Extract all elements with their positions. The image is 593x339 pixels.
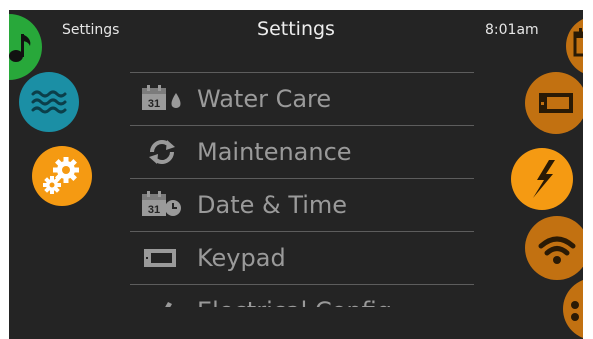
keypad-button[interactable] bbox=[525, 72, 583, 134]
spa-settings-screen: Settings Settings 8:01am 31 Water Care M… bbox=[0, 0, 593, 339]
wifi-button[interactable] bbox=[525, 216, 583, 280]
menu-item-label: Keypad bbox=[197, 244, 286, 272]
menu-item-electrical-config[interactable]: Electrical Config bbox=[130, 285, 474, 307]
music-button[interactable] bbox=[9, 14, 42, 80]
menu-item-label: Maintenance bbox=[197, 138, 352, 166]
keypad-icon bbox=[140, 243, 184, 273]
water-button[interactable] bbox=[19, 72, 79, 132]
recycle-arrows-icon bbox=[140, 137, 184, 167]
gears-icon bbox=[43, 157, 79, 194]
svg-text:31: 31 bbox=[148, 98, 160, 110]
wifi-icon bbox=[538, 236, 576, 264]
menu-item-keypad[interactable]: Keypad bbox=[130, 232, 474, 284]
clock-time: 8:01am bbox=[485, 22, 539, 38]
calendar-drop-icon: 31 bbox=[140, 84, 184, 114]
calendar-button[interactable]: 3 bbox=[566, 16, 583, 76]
keypad-icon bbox=[539, 93, 573, 113]
settings-menu: 31 Water Care Maintenance 31 Date & Time… bbox=[130, 72, 474, 307]
settings-button[interactable] bbox=[32, 146, 92, 206]
electrical-button[interactable] bbox=[511, 148, 573, 210]
more-dots-icon bbox=[571, 301, 579, 321]
menu-item-label: Electrical Config bbox=[197, 297, 392, 307]
control-panel: Settings Settings 8:01am 31 Water Care M… bbox=[9, 10, 583, 339]
pen-icon bbox=[140, 296, 184, 307]
more-button[interactable] bbox=[563, 278, 583, 339]
menu-item-maintenance[interactable]: Maintenance bbox=[130, 126, 474, 178]
water-waves-icon bbox=[31, 90, 67, 114]
calendar-clock-icon: 31 bbox=[140, 190, 184, 220]
menu-item-label: Water Care bbox=[197, 85, 332, 113]
music-note-icon bbox=[9, 34, 31, 62]
svg-text:31: 31 bbox=[148, 204, 160, 216]
menu-item-label: Date & Time bbox=[197, 191, 348, 219]
calendar-icon: 3 bbox=[573, 28, 583, 57]
menu-item-water-care[interactable]: 31 Water Care bbox=[130, 73, 474, 125]
lightning-bolt-icon bbox=[533, 160, 555, 198]
menu-item-date-time[interactable]: 31 Date & Time bbox=[130, 179, 474, 231]
